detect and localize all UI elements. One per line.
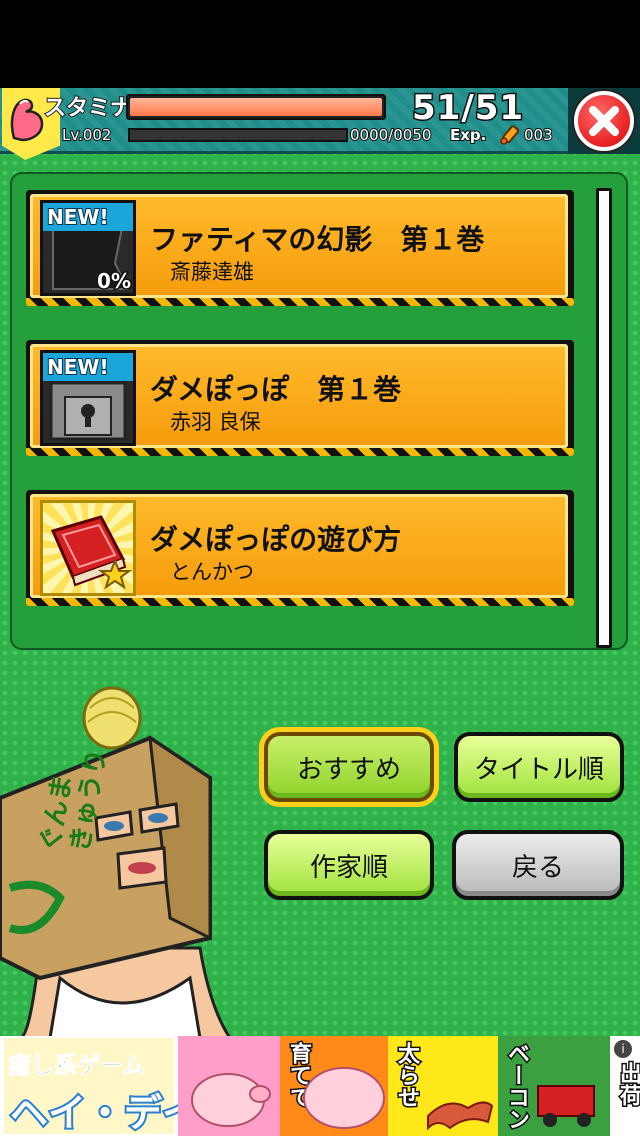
stamina-label: スタミナ (43, 95, 133, 122)
stamina-bar (126, 94, 386, 120)
ad-info-icon[interactable]: i (614, 1040, 632, 1058)
read-progress: 0% (96, 268, 133, 294)
exp-label: Exp. (449, 125, 487, 145)
ad-title: ヘイ・デイ (8, 1089, 202, 1136)
sort-author-button[interactable]: 作家順 (264, 830, 434, 900)
book-title: ファティマの幻影 第１巻 (150, 223, 485, 256)
stamina-value: 51/51 (410, 88, 525, 130)
ad-pig-panel (178, 1036, 280, 1136)
red-book-icon (50, 515, 132, 590)
ad-subtitle: 癒し系ゲーム (7, 1053, 146, 1080)
bacon-icon (427, 1101, 494, 1131)
sort-recommended-button[interactable]: おすすめ (259, 727, 439, 807)
back-button[interactable]: 戻る (452, 830, 624, 900)
ad-panel-fatten: 太らせ (388, 1036, 498, 1136)
fat-pig-icon (303, 1067, 385, 1129)
status-bar: スタミナ 51/51 Lv.002 0000/0050 Exp. 003 (0, 88, 640, 160)
truck-icon (537, 1085, 595, 1127)
book-author: とんかつ (170, 560, 254, 584)
level-label: Lv.002 (61, 125, 112, 145)
sort-title-button[interactable]: タイトル順 (454, 732, 624, 802)
book-author: 斎藤達雄 (170, 260, 254, 284)
ad-panel-raise: 育てて (280, 1036, 388, 1136)
new-badge: NEW! (43, 353, 133, 381)
ad-panel-4-text: 出荷 (615, 1061, 640, 1108)
scrollbar[interactable] (596, 188, 612, 648)
exp-bar (128, 128, 348, 142)
ad-title-block: 癒し系ゲーム ヘイ・デイ (4, 1038, 202, 1136)
item-icon (500, 125, 520, 145)
ad-panel-bacon: ベーコン (498, 1036, 610, 1136)
book-cover-thumbnail (40, 500, 136, 596)
stamina-bar-fill (130, 98, 382, 116)
item-count: 003 (523, 125, 554, 145)
flexed-arm-icon (10, 98, 44, 142)
close-button[interactable] (568, 88, 640, 154)
book-author: 赤羽 良保 (170, 410, 261, 434)
exp-value: 0000/0050 (349, 125, 432, 145)
book-row[interactable]: NEW! 0% ファティマの幻影 第１巻 斎藤達雄 (26, 190, 574, 306)
book-list-panel: NEW! 0% ファティマの幻影 第１巻 斎藤達雄 NEW! ダメぽっぽ 第１巻… (10, 172, 628, 650)
box-head-character: ぐんま きゅうり (0, 686, 231, 1036)
book-row[interactable]: NEW! ダメぽっぽ 第１巻 赤羽 良保 (26, 340, 574, 456)
book-cover-thumbnail: NEW! 0% (40, 200, 136, 296)
book-cover-thumbnail: NEW! (40, 350, 136, 446)
game-screen: スタミナ 51/51 Lv.002 0000/0050 Exp. 003 NEW… (0, 88, 640, 1036)
top-black-bar (0, 0, 640, 88)
ad-banner[interactable]: 癒し系ゲーム ヘイ・デイ 育てて 太らせ ベーコン 出荷 i (0, 1036, 640, 1136)
new-badge: NEW! (43, 203, 133, 231)
close-icon (574, 91, 634, 151)
book-title: ダメぽっぽの遊び方 (150, 523, 402, 556)
book-row[interactable]: ダメぽっぽの遊び方 とんかつ (26, 490, 574, 606)
pig-icon (191, 1073, 271, 1127)
book-title: ダメぽっぽ 第１巻 (150, 373, 402, 406)
